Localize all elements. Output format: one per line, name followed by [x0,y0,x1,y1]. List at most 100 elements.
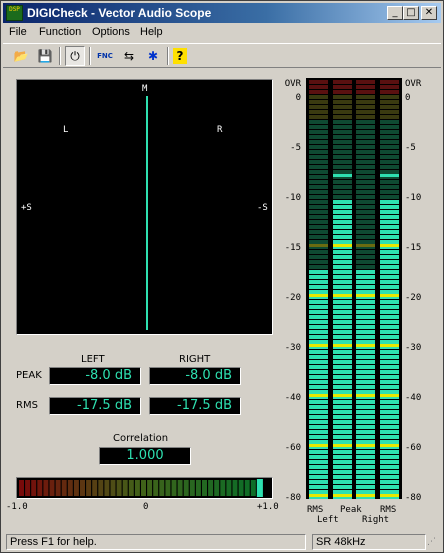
meter-segment [356,100,375,104]
meter-segment [309,350,328,354]
meter-segment [309,340,328,344]
title-bar[interactable]: DSP DIGICheck - Vector Audio Scope _ □ ✕ [3,3,441,23]
meter-segment [309,335,328,339]
right-header: RIGHT [179,354,211,365]
meter-segment [309,260,328,264]
meter-segment [380,260,399,264]
meter-scale-mark [333,244,352,247]
meter-segment [380,210,399,214]
meter-segment [309,270,328,274]
meter-segment [333,425,352,429]
meter-segment [356,490,375,494]
meter-scale-mark [356,344,375,347]
meter-segment [356,370,375,374]
meter-segment [356,340,375,344]
meter-segment [333,230,352,234]
meter-segment [356,110,375,114]
toolbar: 📂 💾 ⏻ FNC ⇆ ✱ ? [3,43,441,68]
meter-segment [333,120,352,124]
meter-segment [356,355,375,359]
meter-segment [356,415,375,419]
meter-segment [356,325,375,329]
meter-segment [309,430,328,434]
menu-function[interactable]: Function [39,26,81,38]
meter-segment [309,375,328,379]
meter-segment [356,240,375,244]
meter-scale-mark [309,244,328,247]
meter-segment [333,455,352,459]
menu-help[interactable]: Help [140,26,163,38]
left-header: LEFT [81,354,105,365]
status-bar: Press F1 for help. SR 48kHz ⋰ [3,532,441,551]
meter-segment [356,390,375,394]
meter-scale-mark [380,244,399,247]
minimize-button[interactable]: _ [387,6,403,20]
meter-segment [309,400,328,404]
meter-segment [333,85,352,89]
correlation-segment [134,480,140,496]
correlation-segment [37,480,43,496]
close-button[interactable]: ✕ [421,6,437,20]
meter-segment [356,455,375,459]
meter-segment [333,430,352,434]
meter-segment [309,490,328,494]
meter-scale-tick: -20 [284,293,301,303]
meter-segment [380,220,399,224]
meter-segment [380,225,399,229]
meter-segment [333,260,352,264]
meter-segment [333,255,352,259]
correlation-segment [244,480,250,496]
meter-segment [380,230,399,234]
meter-segment [356,275,375,279]
meter-segment [380,140,399,144]
settings-button[interactable]: ⇆ [119,46,139,66]
meter-segment [309,235,328,239]
meter-scale-tick: -15 [405,243,422,253]
vector-scope: M L R +S -S [16,79,273,335]
meter-segment [309,115,328,119]
meter-segment [333,170,352,174]
meter-segment [333,300,352,304]
meter-segment [333,435,352,439]
meter-segment [333,225,352,229]
correlation-segment [165,480,171,496]
open-button[interactable]: 📂 [11,46,31,66]
function-button[interactable]: FNC [95,46,115,66]
meter-segment [309,125,328,129]
correlation-segment [61,480,67,496]
meter-segment [333,270,352,274]
meter-segment [309,470,328,474]
meter-segment [356,230,375,234]
meter-segment [309,140,328,144]
resize-grip-icon[interactable]: ⋰ [427,536,439,548]
meter-segment [380,450,399,454]
menu-options[interactable]: Options [92,26,130,38]
meter-segment [380,340,399,344]
meter-segment [309,105,328,109]
correlation-segment [49,480,55,496]
meter-scale-tick: 0 [405,93,411,103]
meter-segment [309,405,328,409]
meter-segment [309,170,328,174]
correlation-segment [232,480,238,496]
meter-segment [380,145,399,149]
function-icon: FNC [97,52,113,60]
meter-segment [356,220,375,224]
meter-segment [380,400,399,404]
meter-segment [333,135,352,139]
meter-segment [380,430,399,434]
meter-segment [309,240,328,244]
save-icon: 💾 [37,49,53,63]
meter-segment [333,360,352,364]
power-button[interactable]: ⏻ [65,46,85,66]
maximize-button[interactable]: □ [403,6,419,20]
menu-file[interactable]: File [9,26,27,38]
help-button[interactable]: ? [173,48,187,64]
meter-segment [380,435,399,439]
bug-button[interactable]: ✱ [143,46,163,66]
save-button[interactable]: 💾 [35,46,55,66]
window-title: DIGICheck - Vector Audio Scope [27,6,212,20]
app-icon[interactable]: DSP [6,5,23,21]
meter-segment [309,475,328,479]
meter-segment [356,135,375,139]
